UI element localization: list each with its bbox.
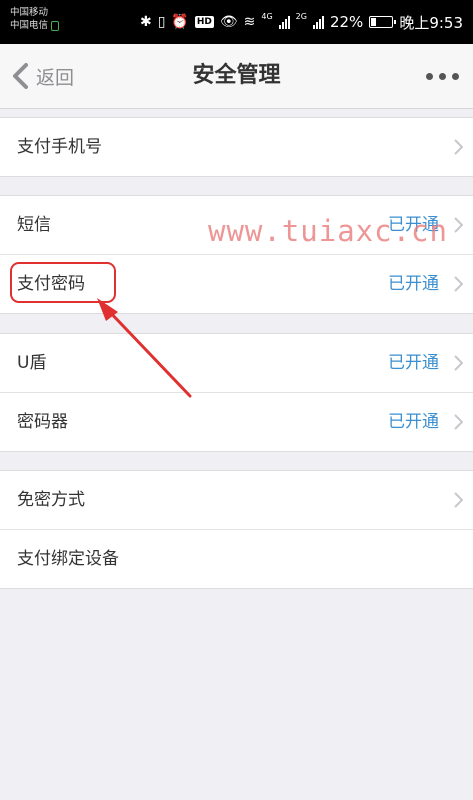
row-sms[interactable]: 短信 已开通 (0, 196, 473, 254)
network-4g-label: 4G (261, 12, 273, 21)
carrier-1: 中国移动 (10, 7, 49, 18)
row-u-shield[interactable]: U盾 已开通 (0, 334, 473, 392)
status-label: 已开通 (388, 353, 439, 373)
chevron-right-icon (454, 414, 463, 430)
status-label: 已开通 (388, 412, 439, 432)
navigation-bar: 安全管理 返回 (0, 44, 473, 109)
settings-group-devices: 免密方式 支付绑定设备 (0, 470, 473, 589)
carrier-info: 中国移动 中国电信 (10, 6, 60, 32)
back-button[interactable]: 返回 (8, 44, 74, 108)
battery-icon (369, 16, 397, 28)
chevron-left-icon (13, 63, 28, 89)
sim-icon (51, 20, 60, 31)
network-2g-label: 2G (295, 12, 307, 21)
chevron-right-icon (454, 355, 463, 371)
dot-icon (452, 72, 459, 80)
status-icons: ✱ ▯ ⏰ HD 👁 ≋ 4G 2G 22% 晚上9:53 (140, 0, 463, 44)
row-password-free[interactable]: 免密方式 (0, 471, 473, 529)
battery-percent: 22% (329, 13, 364, 31)
clock: 晚上9:53 (399, 13, 463, 32)
back-label: 返回 (36, 66, 75, 89)
bluetooth-icon: ✱ (139, 14, 152, 30)
row-label: 支付绑定设备 (17, 549, 119, 569)
signal-icon (278, 15, 290, 29)
hd-icon: HD (194, 16, 214, 28)
carrier-2: 中国电信 (10, 20, 49, 31)
row-label: 支付手机号 (17, 137, 102, 157)
chevron-right-icon (454, 139, 463, 155)
row-password-device[interactable]: 密码器 已开通 (0, 392, 473, 451)
vibrate-icon: ▯ (157, 14, 166, 30)
status-label: 已开通 (388, 215, 439, 235)
wifi-icon: ≋ (243, 14, 256, 30)
dot-icon (439, 72, 446, 80)
row-label: U盾 (17, 353, 47, 373)
row-bound-devices[interactable]: 支付绑定设备 (0, 529, 473, 588)
row-label: 短信 (17, 215, 51, 235)
dot-icon (426, 72, 433, 80)
signal-icon (312, 15, 324, 29)
row-label: 密码器 (17, 412, 68, 432)
settings-group-hardware: U盾 已开通 密码器 已开通 (0, 333, 473, 452)
chevron-right-icon (454, 276, 463, 292)
row-label: 免密方式 (17, 490, 85, 510)
alarm-icon: ⏰ (171, 14, 189, 30)
eye-icon: 👁 (219, 14, 238, 30)
annotation-highlight-box (10, 262, 116, 303)
settings-group-phone: 支付手机号 (0, 117, 473, 177)
more-options-button[interactable] (426, 44, 459, 108)
row-payment-phone[interactable]: 支付手机号 (0, 118, 473, 176)
status-bar: 中国移动 中国电信 ✱ ▯ ⏰ HD 👁 ≋ 4G 2G 22% 晚上9:53 (0, 0, 473, 44)
chevron-right-icon (454, 217, 463, 233)
status-label: 已开通 (388, 274, 439, 294)
chevron-right-icon (454, 492, 463, 508)
